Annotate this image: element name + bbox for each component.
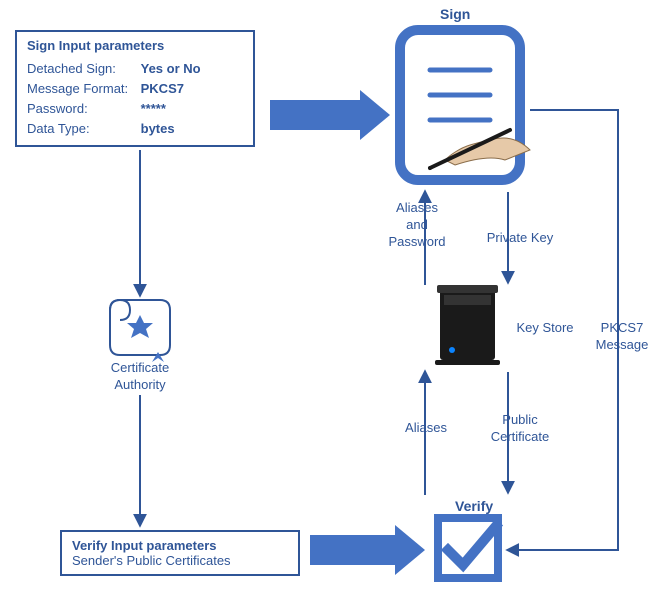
param-row: Data Type: bytes xyxy=(27,119,243,139)
input-bottom-label: Input xyxy=(330,543,380,560)
pkcs7-message-label: PKCS7 Message xyxy=(592,320,648,354)
checkbox-icon xyxy=(438,518,498,578)
param-label: Detached Sign: xyxy=(27,59,137,79)
param-value: PKCS7 xyxy=(141,81,184,96)
key-store-label: Key Store xyxy=(505,320,585,337)
param-row: Message Format: PKCS7 xyxy=(27,79,243,99)
certificate-scroll-icon xyxy=(110,300,170,362)
private-key-label: Private Key xyxy=(480,230,560,247)
param-value: bytes xyxy=(141,121,175,136)
tablet-signing-icon xyxy=(400,30,530,180)
param-label: Password: xyxy=(27,99,137,119)
input-top-label: Input xyxy=(298,109,348,126)
sign-input-params-box: Sign Input parameters Detached Sign: Yes… xyxy=(15,30,255,147)
param-row: Detached Sign: Yes or No xyxy=(27,59,243,79)
param-label: Message Format: xyxy=(27,79,137,99)
param-value: Yes or No xyxy=(141,61,201,76)
param-label: Data Type: xyxy=(27,119,137,139)
verify-heading: Verify xyxy=(455,498,493,514)
sign-heading: Sign xyxy=(440,6,470,22)
param-row: Password: ***** xyxy=(27,99,243,119)
param-value: ***** xyxy=(141,101,166,116)
server-tower-icon xyxy=(435,285,500,365)
verify-box-title: Verify Input parameters xyxy=(72,538,288,553)
certificate-authority-label: Certificate Authority xyxy=(100,360,180,394)
public-certificate-label: Public Certificate xyxy=(480,412,560,446)
sign-box-title: Sign Input parameters xyxy=(27,38,243,53)
verify-box-subtitle: Sender's Public Certificates xyxy=(72,553,288,568)
aliases-password-label: Aliases and Password xyxy=(382,200,452,251)
verify-input-params-box: Verify Input parameters Sender's Public … xyxy=(60,530,300,576)
aliases-label: Aliases xyxy=(396,420,456,437)
